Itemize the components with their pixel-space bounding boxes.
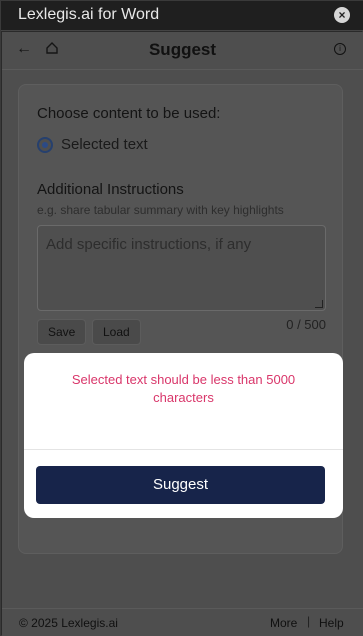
footer-separator: | <box>307 614 311 628</box>
resize-handle-icon[interactable] <box>315 300 323 308</box>
title-bar: Lexlegis.ai for Word × <box>1 1 363 31</box>
character-counter: 0 / 500 <box>286 317 326 332</box>
header: ← Suggest i <box>2 32 363 70</box>
load-button[interactable]: Load <box>92 319 141 345</box>
additional-instructions-label: Additional Instructions <box>37 181 184 198</box>
close-icon[interactable]: × <box>334 7 350 23</box>
copyright-text: © 2025 Lexlegis.ai <box>19 616 118 630</box>
error-message: Selected text should be less than 5000 c… <box>71 372 296 405</box>
modal-divider <box>24 449 343 450</box>
help-link[interactable]: Help <box>319 616 344 630</box>
textarea-placeholder: Add specific instructions, if any <box>46 236 252 253</box>
footer: © 2025 Lexlegis.ai More | Help <box>2 608 363 636</box>
page-title: Suggest <box>148 40 217 59</box>
radio-label: Selected text <box>61 136 148 153</box>
instructions-hint: e.g. share tabular summary with key high… <box>37 203 284 217</box>
radio-button[interactable] <box>37 137 53 153</box>
suggest-button[interactable]: Suggest <box>36 466 325 504</box>
choose-content-label: Choose content to be used: <box>37 105 221 122</box>
error-modal: Selected text should be less than 5000 c… <box>24 353 343 518</box>
app-content: ← Suggest i Choose content to be used: S… <box>2 32 363 636</box>
save-button[interactable]: Save <box>37 319 87 345</box>
window-title: Lexlegis.ai for Word <box>18 6 160 23</box>
info-icon[interactable]: i <box>334 43 346 55</box>
instructions-textarea[interactable]: Add specific instructions, if any <box>37 225 326 311</box>
add-in-window: Lexlegis.ai for Word × ← Suggest i Choos… <box>0 0 363 636</box>
more-link[interactable]: More <box>270 616 297 630</box>
